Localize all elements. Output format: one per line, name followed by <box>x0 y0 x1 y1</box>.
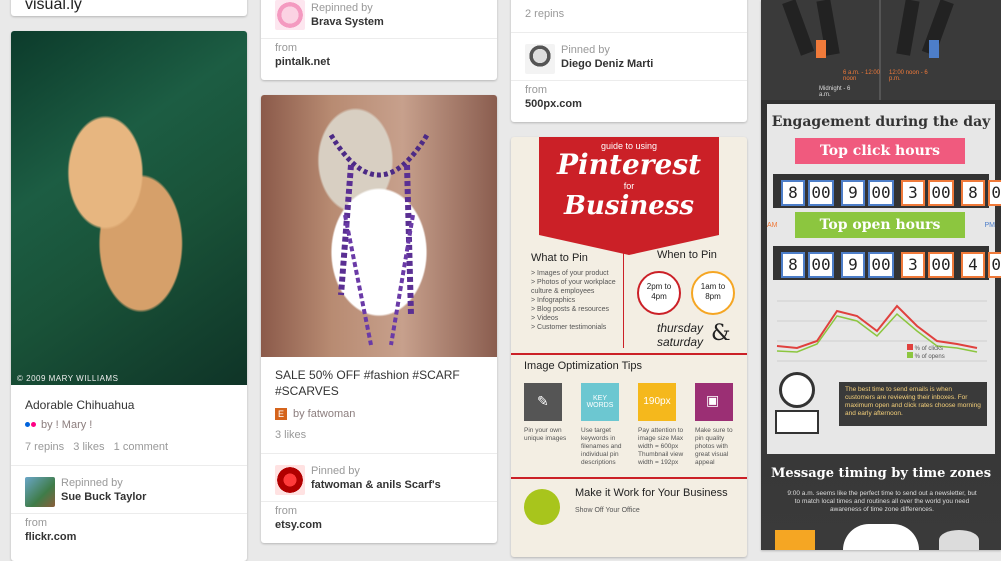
pinned-label: Pinned by <box>561 44 610 56</box>
time-zone-text: 9:00 a.m. seems like the perfect time to… <box>787 490 977 513</box>
open-times-strip: 8 00 9 00 3 00 4 00 <box>773 246 1001 280</box>
tip-text-4: Make sure to pin quality photos with gre… <box>695 427 733 466</box>
what-to-pin-list: > Images of your product > Photos of you… <box>531 270 616 331</box>
avatar[interactable] <box>275 0 305 30</box>
pin-image-chihuahua[interactable]: © 2009 MARY WILLIAMS <box>11 31 247 385</box>
business-icon <box>524 489 560 525</box>
repinned-label: Repinned by <box>61 477 123 489</box>
opens-line <box>776 312 978 353</box>
pin-stats[interactable]: 3 likes <box>275 429 483 441</box>
envelope-icon <box>775 410 819 434</box>
when-to-pin-heading: When to Pin <box>657 249 717 261</box>
tip-icon-pin: ✎ <box>524 383 562 421</box>
pin-card-scarf[interactable]: SALE 50% OFF #fashion #SCARF #SCARVES E … <box>261 95 497 543</box>
business-text: Business <box>563 191 695 221</box>
pin-card-brava[interactable]: Repinned by Brava System from pintalk.ne… <box>261 0 497 80</box>
pinterest-text: Pinterest <box>556 148 702 181</box>
label-time-2: 12:00 noon - 6 p.m. <box>889 70 928 82</box>
flickr-icon <box>25 421 37 429</box>
time-bars-graphic <box>782 0 954 100</box>
pin-icon: ✎ <box>537 393 549 409</box>
am-label: AM <box>767 222 778 229</box>
pin-description: Adorable Chihuahua <box>25 398 135 412</box>
tip-icon-size: 190px <box>638 383 676 421</box>
from-site[interactable]: flickr.com <box>25 531 233 543</box>
legend-clicks-swatch <box>907 344 913 350</box>
from-label: from <box>275 505 297 517</box>
image-tips-heading: Image Optimization Tips <box>524 360 642 372</box>
bottom-icons <box>761 522 1001 550</box>
from-label: from <box>525 84 547 96</box>
pin-attribution[interactable]: by fatwoman <box>293 408 355 420</box>
pin-stats[interactable]: 2 repins <box>525 8 733 20</box>
pinned-name[interactable]: fatwoman & anils Scarf's <box>311 479 441 491</box>
thursday-text: thursday <box>657 321 704 335</box>
for-text: for <box>623 181 635 191</box>
from-site[interactable]: 500px.com <box>525 98 733 110</box>
avatar[interactable] <box>25 477 55 507</box>
engagement-panel: Engagement during the day Top click hour… <box>767 104 1001 454</box>
pin-card-email-infographic[interactable]: 6 a.m. - 12:00 noon 12:00 noon - 6 p.m. … <box>761 0 1001 550</box>
top-graphic: 6 a.m. - 12:00 noon 12:00 noon - 6 p.m. … <box>761 0 1001 100</box>
best-time-note: The best time to send emails is when cus… <box>839 382 987 426</box>
from-label: from <box>275 42 297 54</box>
pin-card-500px[interactable]: 2 repins Pinned by Diego Deniz Marti fro… <box>511 0 747 122</box>
clicks-line <box>776 304 978 350</box>
from-site[interactable]: etsy.com <box>275 519 483 531</box>
avatar[interactable] <box>275 465 305 495</box>
pin-attribution[interactable]: by ! Mary ! <box>41 419 92 431</box>
legend: % of clicks % of opens <box>907 344 945 360</box>
repinned-label: Repinned by <box>311 2 373 14</box>
from-site[interactable]: visual.ly <box>25 0 233 14</box>
pin-description: SALE 50% OFF #fashion #SCARF #SCARVES <box>275 368 460 398</box>
ampersand-text: & <box>711 321 731 346</box>
from-site[interactable]: pintalk.net <box>275 56 483 68</box>
time-circle-1: 2pm to 4pm <box>637 271 681 315</box>
tip-text-3: Pay attention to image size Max width = … <box>638 427 684 466</box>
top-click-banner: Top click hours <box>795 138 965 164</box>
time-circle-2: 1am to 8pm <box>691 271 735 315</box>
tip-icon-keywords: KEY WORDS <box>581 383 619 421</box>
show-office-text: Show Off Your Office <box>575 507 640 514</box>
pin-stats[interactable]: 7 repins 3 likes 1 comment <box>25 441 233 453</box>
repinned-name[interactable]: Sue Buck Taylor <box>61 491 146 503</box>
clock-icon <box>779 372 815 408</box>
camera-icon: ▣ <box>706 392 720 408</box>
left-icon <box>775 530 815 550</box>
legend-opens-swatch <box>907 352 913 358</box>
label-time-1: 6 a.m. - 12:00 noon <box>843 70 881 82</box>
what-to-pin-heading: What to Pin <box>531 252 588 264</box>
etsy-icon: E <box>275 408 287 420</box>
pin-card-infographic[interactable]: guide to using Pinterest for Business Wh… <box>511 137 747 557</box>
pin-image-scarf[interactable] <box>261 95 497 357</box>
center-icon <box>843 524 919 550</box>
avatar[interactable] <box>525 44 555 74</box>
saturday-text: saturday <box>657 335 704 349</box>
click-times-strip: 8 00 9 00 3 00 8 00 <box>773 174 1001 208</box>
message-timing-heading: Message timing by time zones <box>770 466 992 481</box>
engagement-heading: Engagement during the day <box>771 114 991 130</box>
make-it-work-heading: Make it Work for Your Business <box>575 487 728 499</box>
engagement-line-chart <box>776 300 987 362</box>
photo-credit: © 2009 MARY WILLIAMS <box>17 374 119 383</box>
pm-label: PM <box>984 222 996 229</box>
tip-text-1: Pin your own unique images <box>524 427 567 442</box>
label-time-3: Midnight - 6 a.m. <box>819 86 851 98</box>
pin-card-chihuahua[interactable]: © 2009 MARY WILLIAMS Adorable Chihuahua … <box>11 31 247 561</box>
repinned-name[interactable]: Brava System <box>311 16 384 28</box>
top-open-banner: Top open hours <box>795 212 965 238</box>
tip-icon-camera: ▣ <box>695 383 733 421</box>
tip-text-2: Use target keywords in filenames and ind… <box>581 427 622 466</box>
pinned-name[interactable]: Diego Deniz Marti <box>561 58 653 70</box>
pin-card-visually[interactable]: visual.ly <box>11 0 247 16</box>
from-label: from <box>25 517 47 529</box>
pinned-label: Pinned by <box>311 465 360 477</box>
right-icon <box>939 530 979 550</box>
